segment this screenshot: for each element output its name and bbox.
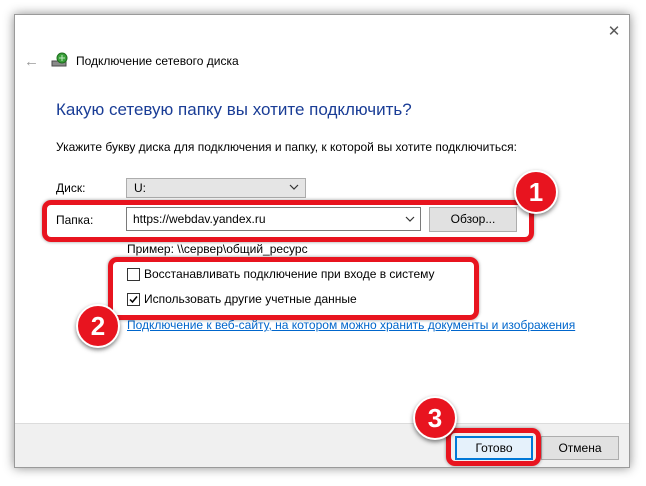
window-title: Подключение сетевого диска xyxy=(76,54,239,68)
drive-select[interactable]: U: xyxy=(126,178,306,198)
example-text: Пример: \\сервер\общий_ресурс xyxy=(127,242,308,256)
highlight-folder-row xyxy=(42,200,534,242)
page-title: Какую сетевую папку вы хотите подключить… xyxy=(56,100,412,119)
step-badge-3: 3 xyxy=(413,396,457,440)
drive-label: Диск: xyxy=(56,181,86,195)
cancel-button[interactable]: Отмена xyxy=(541,436,619,460)
highlight-finish-button xyxy=(446,428,541,466)
website-link[interactable]: Подключение к веб-сайту, на котором можн… xyxy=(127,318,575,332)
step-badge-2: 2 xyxy=(76,304,120,348)
back-arrow-icon[interactable]: ← xyxy=(24,54,40,70)
instruction-text: Укажите букву диска для подключения и па… xyxy=(56,140,517,154)
network-drive-icon xyxy=(51,52,68,67)
drive-value: U: xyxy=(134,181,146,195)
step-badge-1: 1 xyxy=(514,170,558,214)
highlight-checkboxes xyxy=(108,257,479,320)
chevron-down-icon xyxy=(289,184,299,190)
close-icon[interactable]: ✕ xyxy=(606,24,622,40)
